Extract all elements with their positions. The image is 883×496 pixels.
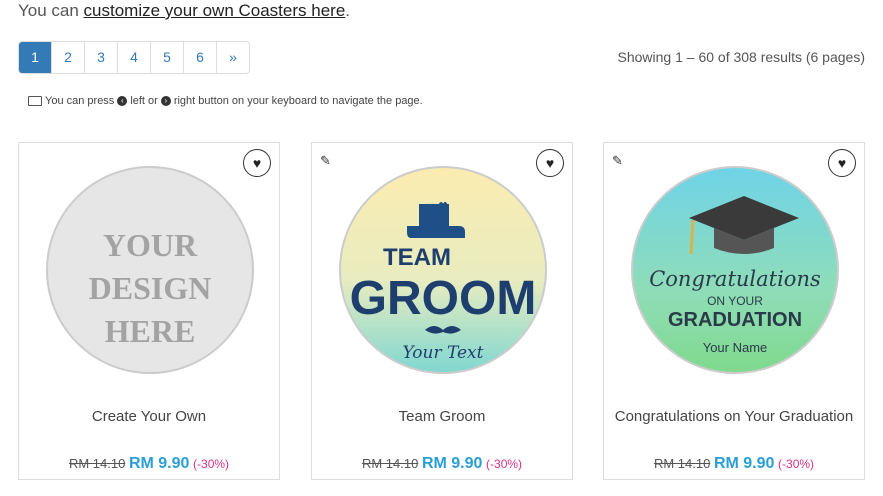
page-2-button[interactable]: 2	[51, 42, 84, 73]
product-price: RM 14.10 RM 9.90 (-30%)	[653, 455, 815, 472]
svg-text:♥: ♥	[438, 198, 448, 215]
product-name[interactable]: Create Your Own	[29, 405, 269, 429]
page-5-button[interactable]: 5	[150, 42, 183, 73]
intro-text: You can customize your own Coasters here…	[18, 1, 351, 20]
design-text: TEAM	[383, 244, 451, 271]
design-text: Your Name	[703, 340, 768, 355]
product-card[interactable]: ✎ ♥ Congratulations ON YOUR GRADUATION Y…	[603, 142, 865, 480]
design-text: GROOM	[350, 272, 537, 325]
design-text: GRADUATION	[668, 309, 802, 331]
product-name[interactable]: Congratulations on Your Graduation	[614, 405, 854, 429]
customize-link[interactable]: customize your own Coasters here	[84, 1, 346, 20]
chevron-left-icon: ‹	[117, 96, 128, 106]
pencil-icon[interactable]: ✎	[612, 153, 623, 169]
product-price: RM 14.10 RM 9.90 (-30%)	[361, 455, 523, 472]
page-6-button[interactable]: 6	[183, 42, 216, 73]
page-1-button[interactable]: 1	[19, 42, 51, 73]
design-text: HERE	[105, 313, 196, 349]
design-text: YOUR	[103, 227, 198, 263]
results-count: Showing 1 – 60 of 308 results (6 pages)	[617, 49, 866, 65]
product-image[interactable]: Congratulations ON YOUR GRADUATION Your …	[629, 164, 841, 376]
chevron-right-icon: ›	[160, 96, 171, 106]
next-page-button[interactable]: »	[216, 42, 249, 73]
product-card[interactable]: ✎ ♥ ♥ TEAM GROOM Your Text Team Groom RM…	[311, 142, 573, 480]
product-card[interactable]: ♥ YOUR DESIGN HERE Create Your Own RM 14…	[18, 142, 280, 480]
design-text: Congratulations	[649, 267, 821, 291]
page-4-button[interactable]: 4	[117, 42, 150, 73]
pencil-icon[interactable]: ✎	[320, 153, 331, 169]
product-image[interactable]: ♥ TEAM GROOM Your Text	[337, 164, 549, 376]
product-image[interactable]: YOUR DESIGN HERE	[44, 164, 256, 376]
page-3-button[interactable]: 3	[84, 42, 117, 73]
pagination: 1 2 3 4 5 6 »	[18, 41, 250, 74]
design-text: ON YOUR	[707, 294, 763, 308]
product-name[interactable]: Team Groom	[322, 405, 562, 429]
design-text: DESIGN	[89, 270, 212, 306]
design-text: Your Text	[403, 343, 484, 363]
keyboard-hint: You can press ‹ left or › right button o…	[28, 95, 423, 107]
product-price: RM 14.10 RM 9.90 (-30%)	[68, 455, 230, 472]
keyboard-icon	[28, 96, 42, 106]
